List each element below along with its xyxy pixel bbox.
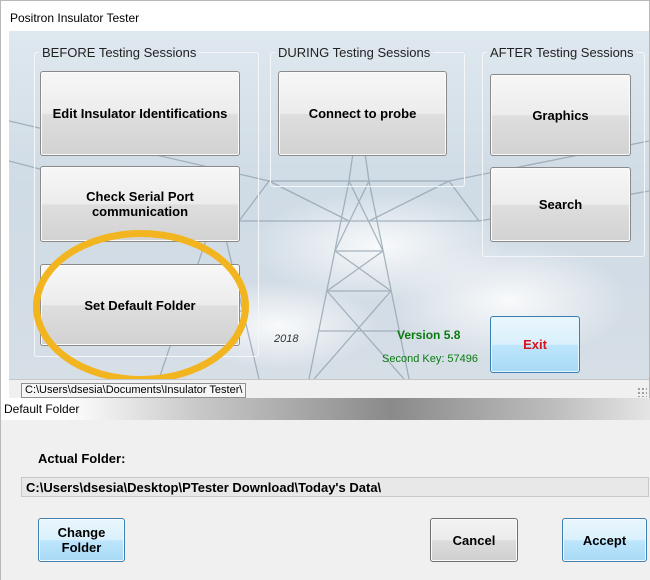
before-testing-legend: BEFORE Testing Sessions xyxy=(42,45,197,60)
actual-folder-path: C:\Users\dsesia\Desktop\PTester Download… xyxy=(21,477,649,497)
main-window: Positron Insulator Tester BEFORE Testing… xyxy=(0,0,650,400)
second-key-label: Second Key: 57496 xyxy=(382,353,479,365)
status-folder-path: C:\Users\dsesia\Documents\Insulator Test… xyxy=(21,383,247,398)
connect-to-probe-button[interactable]: Connect to probe xyxy=(278,71,447,156)
version-label: Version 5.8 xyxy=(397,328,461,342)
year-label: 2018 xyxy=(274,333,299,345)
resize-grip-icon[interactable] xyxy=(637,387,647,397)
actual-folder-label: Actual Folder: xyxy=(38,451,126,466)
edit-insulator-identifications-button[interactable]: Edit Insulator Identifications xyxy=(40,71,240,156)
after-testing-legend: AFTER Testing Sessions xyxy=(490,45,634,60)
during-testing-legend: DURING Testing Sessions xyxy=(278,45,431,60)
exit-button[interactable]: Exit xyxy=(490,316,580,373)
accept-button[interactable]: Accept xyxy=(562,518,647,562)
change-folder-button[interactable]: Change Folder xyxy=(38,518,125,562)
graphics-button[interactable]: Graphics xyxy=(490,74,631,156)
default-folder-dialog: Default Folder Actual Folder: C:\Users\d… xyxy=(0,398,650,580)
main-client-area: BEFORE Testing Sessions Edit Insulator I… xyxy=(9,31,649,379)
dialog-title: Default Folder xyxy=(1,398,650,420)
search-button[interactable]: Search xyxy=(490,167,631,242)
cancel-button[interactable]: Cancel xyxy=(430,518,518,562)
window-title: Positron Insulator Tester xyxy=(1,1,649,31)
set-default-folder-button[interactable]: Set Default Folder xyxy=(40,264,240,346)
status-bar: C:\Users\dsesia\Documents\Insulator Test… xyxy=(9,379,649,399)
check-serial-port-button[interactable]: Check Serial Port communication xyxy=(40,166,240,242)
